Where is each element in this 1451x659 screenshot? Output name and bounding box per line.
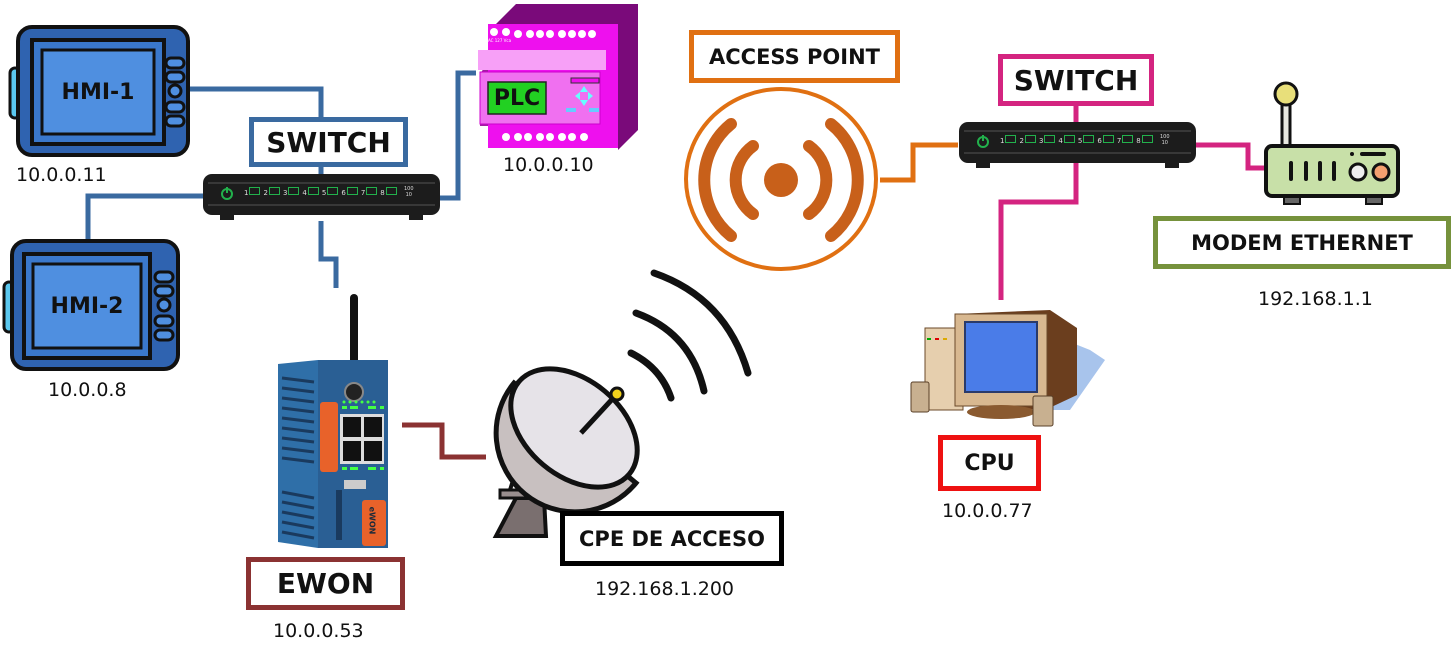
cpe-label: CPE DE ACCESO (560, 511, 784, 566)
port-5: 5 (1077, 135, 1095, 145)
port-led-icon (1102, 135, 1114, 143)
port-number: 6 (341, 189, 346, 197)
modem-device[interactable] (1264, 80, 1400, 210)
port-led-icon (268, 187, 280, 195)
modem-label: MODEM ETHERNET (1153, 216, 1451, 269)
satellite-dish-icon (492, 269, 752, 538)
port-number: 7 (360, 189, 366, 197)
port-number: 7 (1116, 137, 1122, 145)
modem-router-icon (1264, 81, 1400, 205)
port-led-icon (1005, 135, 1017, 143)
hmi1-ip: 10.0.0.11 (16, 164, 107, 186)
port-led-icon (366, 187, 378, 195)
port-1: 1 (244, 187, 261, 197)
ewon-label: EWON (246, 557, 405, 610)
switch-lan-speed: 100 10 (404, 186, 414, 198)
speed-bottom: 10 (405, 192, 412, 198)
port-led-icon (1044, 135, 1056, 143)
wire-ap-switch (880, 142, 958, 183)
port-8: 8 (380, 187, 397, 197)
port-number: 1 (244, 189, 249, 197)
port-6: 6 (341, 187, 358, 197)
port-number: 6 (1097, 137, 1102, 145)
port-1: 1 (1000, 135, 1017, 145)
port-number: 8 (1136, 137, 1141, 145)
port-led-icon (1141, 135, 1153, 143)
plc-device[interactable]: AC 127 Vca PLC (476, 2, 640, 150)
port-led-icon (1083, 135, 1095, 143)
switch-wan-device[interactable]: 1 2 3 4 5 6 7 8 100 10 (958, 121, 1197, 169)
wire-switch-modem (1196, 142, 1266, 171)
speed-bottom: 10 (1161, 140, 1168, 146)
wire-switch-ewon (318, 221, 339, 288)
port-7: 7 (1116, 135, 1134, 145)
ewon-router-icon (278, 294, 388, 548)
port-led-icon (385, 187, 397, 195)
port-3: 3 (282, 187, 300, 197)
access-point-label: ACCESS POINT (689, 30, 900, 83)
port-2: 2 (263, 187, 280, 197)
ewon-ip: 10.0.0.53 (273, 620, 364, 642)
cpu-ip: 10.0.0.77 (942, 500, 1033, 522)
port-led-icon (327, 187, 339, 195)
wire-ewon-cpe (402, 422, 486, 460)
port-number: 4 (302, 189, 307, 197)
desktop-computer-icon (910, 310, 1105, 427)
port-number: 5 (321, 189, 327, 197)
wire-hmi1-switch (188, 86, 324, 120)
port-led-icon (249, 187, 261, 195)
port-led-icon (346, 187, 358, 195)
plc-icon (478, 4, 638, 150)
wire-switch-cpu (998, 162, 1079, 300)
port-number: 4 (1058, 137, 1063, 145)
wireless-signal-icon (684, 87, 878, 271)
plc-ip: 10.0.0.10 (503, 154, 594, 176)
port-number: 2 (263, 189, 268, 197)
port-number: 2 (1019, 137, 1024, 145)
port-number: 1 (1000, 137, 1005, 145)
switch-lan-device[interactable]: 1 2 3 4 5 6 7 8 100 10 (202, 173, 441, 221)
port-4: 4 (302, 187, 319, 197)
hmi2-ip: 10.0.0.8 (48, 379, 127, 401)
switch-wan-ports: 1 2 3 4 5 6 7 8 (1000, 135, 1153, 145)
port-number: 3 (282, 189, 288, 197)
port-led-icon (1122, 135, 1134, 143)
port-2: 2 (1019, 135, 1036, 145)
cpu-label: CPU (938, 435, 1041, 491)
cpe-device[interactable] (486, 258, 766, 538)
port-number: 5 (1077, 137, 1083, 145)
port-number: 3 (1038, 137, 1044, 145)
switch-lan-ports: 1 2 3 4 5 6 7 8 (244, 187, 397, 197)
plc-screen-label: PLC (493, 85, 541, 111)
hmi1-screen-label: HMI-1 (61, 79, 135, 105)
port-5: 5 (321, 187, 339, 197)
plc-terminal-label: AC 127 Vca (488, 38, 512, 43)
switch-wan-speed: 100 10 (1160, 134, 1170, 146)
ewon-device[interactable]: eWON (270, 292, 402, 550)
port-led-icon (307, 187, 319, 195)
hmi1-device[interactable]: HMI-1 (8, 24, 190, 158)
modem-ip: 192.168.1.1 (1258, 288, 1373, 310)
cpu-device[interactable] (895, 300, 1110, 427)
ewon-brand-label: eWON (367, 506, 377, 535)
port-7: 7 (360, 187, 378, 197)
wire-switch-plc (440, 70, 476, 201)
port-number: 8 (380, 189, 385, 197)
switch-wan-label: SWITCH (998, 54, 1154, 106)
port-led-icon (288, 187, 300, 195)
port-led-icon (1024, 135, 1036, 143)
port-3: 3 (1038, 135, 1056, 145)
port-led-icon (1063, 135, 1075, 143)
access-point-device[interactable] (683, 86, 879, 272)
wire-switch-hmi2 (85, 193, 203, 240)
port-6: 6 (1097, 135, 1114, 145)
hmi2-device[interactable]: HMI-2 (2, 238, 184, 372)
switch-lan-label: SWITCH (249, 117, 408, 167)
hmi2-screen-label: HMI-2 (50, 293, 124, 319)
port-4: 4 (1058, 135, 1075, 145)
cpe-ip: 192.168.1.200 (595, 578, 735, 600)
port-8: 8 (1136, 135, 1153, 145)
